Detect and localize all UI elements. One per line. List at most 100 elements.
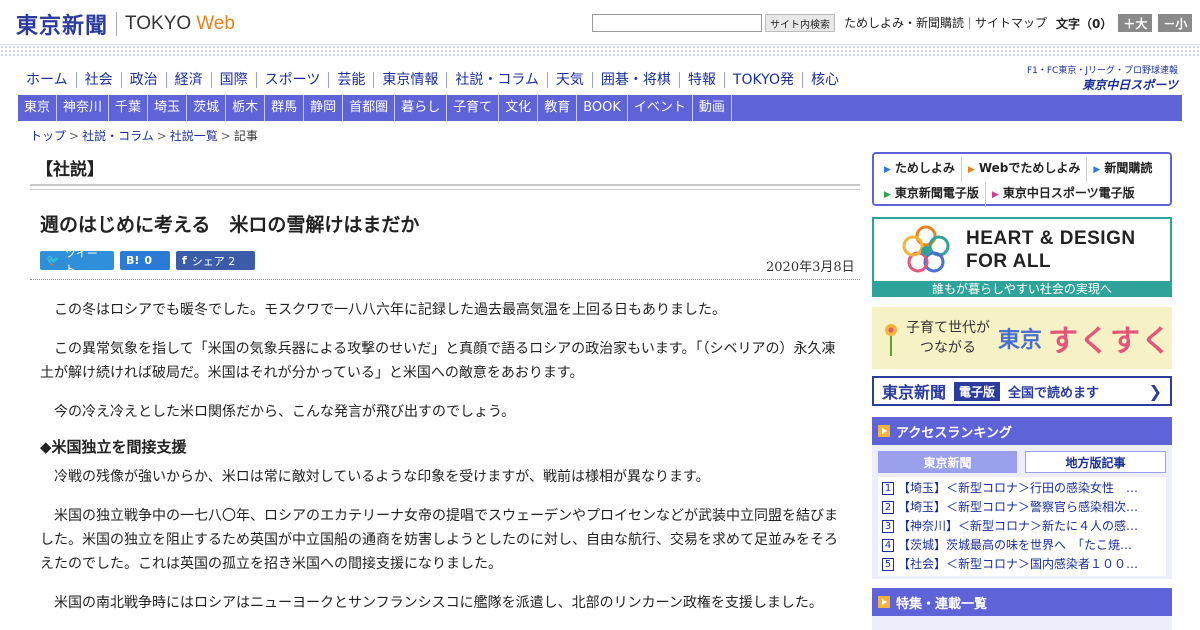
heart-design-title: HEART & DESIGN FOR ALL [966,227,1136,273]
tweet-label: ツイート [64,246,98,276]
main-nav: ホーム 社会 政治 経済 国際 スポーツ 芸能 東京情報 社説・コラム 天気 囲… [18,68,847,92]
region-item-video[interactable]: 動画 [693,95,732,121]
section-divider [30,184,860,190]
nav-item-igo-shogi[interactable]: 囲碁・将棋 [591,72,679,88]
breadcrumb-sep: > [220,129,231,143]
nav-item-politics[interactable]: 政治 [120,72,166,88]
search-input[interactable] [592,14,762,32]
breadcrumb-editorial-list[interactable]: 社説一覧 [170,129,218,143]
sukusuku-tagline-2: つながる [920,340,976,356]
feature-header[interactable]: 特集・連載一覧 [872,588,1172,616]
breadcrumb-editorial[interactable]: 社説・コラム [82,129,154,143]
quick-link-digital[interactable]: ▶ 東京新聞電子版 [882,182,985,207]
region-item-event[interactable]: イベント [628,95,693,121]
tweet-button[interactable]: 🐦 ツイート [40,247,114,276]
play-square-icon [878,596,890,608]
ranking-item-title: 【埼玉】＜新型コロナ＞警察官ら感染相次… [898,500,1139,514]
rank-number: 5 [882,558,894,571]
ranking-item[interactable]: 1 【埼玉】＜新型コロナ＞行田の感染女性 … [882,479,1162,498]
region-item-tochigi[interactable]: 栃木 [226,95,266,121]
ranking-item[interactable]: 4 【茨城】茨城最高の味を世界へ 「たこ焼… [882,536,1162,555]
region-item-education[interactable]: 教育 [538,95,578,121]
article-paragraph: 冷戦の残像が強いからか、米ロは常に敵対しているような印象を受けますが、戦前は様相… [54,469,710,485]
hatena-icon: B! [126,254,140,267]
arrow-icon: ▶ [967,165,975,175]
region-item-saitama[interactable]: 埼玉 [148,95,188,121]
quick-link-label: ためしよみ [894,161,955,175]
quick-link-subscribe[interactable]: ▶ 新聞購読 [1086,157,1158,182]
ranking-tabs: 東京新聞 地方版記事 [872,445,1172,473]
nav-item-entertainment[interactable]: 芸能 [328,72,373,88]
font-larger-button[interactable]: ＋大 [1118,14,1153,32]
site-search-button[interactable]: サイト内検索 [765,14,835,32]
quick-links-row: ▶ 東京新聞電子版 ▶ 東京中日スポーツ電子版 [882,182,1162,207]
article-divider [30,279,860,280]
article-paragraph: 米国の南北戦争時にはロシアはニューヨークとサンフランシスコに艦隊を派遣し、北部の… [54,595,823,611]
nav-item-kakushin[interactable]: 核心 [801,72,847,88]
nav-item-weather[interactable]: 天気 [546,72,592,88]
ranking-item[interactable]: 3 【神奈川】＜新型コロナ＞新たに４人の感… [882,517,1162,536]
ranking-item-title: 【社会】＜新型コロナ＞国内感染者１００… [898,557,1139,571]
region-item-shutoken[interactable]: 首都圏 [343,95,396,121]
quick-link-trial[interactable]: ▶ ためしよみ [882,157,961,182]
region-item-parenting[interactable]: 子育て [447,95,500,121]
nav-item-tokyo-hatsu[interactable]: TOKYO発 [723,72,802,88]
region-item-tokyo[interactable]: 東京 [18,95,58,121]
ranking-item[interactable]: 5 【社会】＜新型コロナ＞国内感染者１００… [882,555,1162,574]
quick-link-label: Webでためしよみ [978,161,1081,175]
nav-item-tokyo-info[interactable]: 東京情報 [373,72,446,88]
sukusuku-tagline: 子育て世代が つながる [906,318,990,358]
quick-links-row: ▶ ためしよみ ▶ Webでためしよみ ▶ 新聞購読 [882,157,1162,182]
sitemap-link[interactable]: サイトマップ [969,17,1052,29]
tab-local-articles[interactable]: 地方版記事 [1025,451,1166,473]
nav-item-home[interactable]: ホーム [18,72,76,88]
quick-link-chunichi-digital[interactable]: ▶ 東京中日スポーツ電子版 [984,182,1141,207]
region-item-living[interactable]: 暮らし [395,95,448,121]
site-logo[interactable]: 東京新聞 TOKYO Web [16,8,235,40]
font-smaller-button[interactable]: －小 [1158,14,1193,32]
article-date: 2020年3月8日 [766,260,855,275]
nav-item-economy[interactable]: 経済 [165,72,211,88]
rank-number: 4 [882,539,894,552]
region-item-kanagawa[interactable]: 神奈川 [57,95,110,121]
region-item-gunma[interactable]: 群馬 [265,95,305,121]
facebook-share-button[interactable]: f シェア 2 [176,251,255,270]
ranking-header: アクセスランキング [872,417,1172,445]
nav-item-sports[interactable]: スポーツ [255,72,329,88]
feature-title: 特集・連載一覧 [896,596,988,612]
header-tools: サイト内検索 ためしよみ・新聞購読 サイトマップ 文字（0） ＋大 －小 [592,14,1193,32]
breadcrumb-top[interactable]: トップ [30,129,66,143]
nav-item-tokuho[interactable]: 特報 [678,72,724,88]
facebook-share-label: シェア 2 [191,254,236,268]
region-item-book[interactable]: BOOK [577,95,628,121]
rank-number: 1 [882,482,894,495]
article-headline: 週のはじめに考える 米ロの雪解けはまだか [40,214,420,236]
nav-item-editorial[interactable]: 社説・コラム [446,72,547,88]
chunichi-sports-banner[interactable]: F1・FC東京・Jリーグ・プロ野球速報 東京中日スポーツ [1022,63,1178,93]
nav-item-society[interactable]: 社会 [75,72,121,88]
arrow-icon: ▶ [884,165,891,175]
article-body: この冬はロシアでも暖冬でした。モスクワで一八八六年に記録した過去最高気温を上回る… [40,298,840,630]
ranking-list: 1 【埼玉】＜新型コロナ＞行田の感染女性 … 2 【埼玉】＜新型コロナ＞警察官ら感染… [878,477,1166,576]
heart-design-banner[interactable]: HEART & DESIGN FOR ALL 誰もが暮らしやすい社会の実現へ [872,217,1172,297]
region-item-shizuoka[interactable]: 静岡 [304,95,344,121]
region-item-ibaraki[interactable]: 茨城 [187,95,227,121]
quick-link-label: 東京中日スポーツ電子版 [1002,186,1135,200]
trial-subscribe-link[interactable]: ためしよみ・新聞購読 [839,17,969,29]
article-subheading: ◆米国独立を間接支援 [40,438,187,456]
twitter-icon: 🐦 [46,254,60,267]
digital-badge: 電子版 [954,381,1001,401]
quick-link-web-trial[interactable]: ▶ Webでためしよみ [960,157,1086,182]
ranking-item[interactable]: 2 【埼玉】＜新型コロナ＞警察官ら感染相次… [882,498,1162,517]
nav-item-world[interactable]: 国際 [210,72,256,88]
sukusuku-banner[interactable]: 子育て世代が つながる 東京 すくすく [872,307,1172,369]
digital-edition-banner[interactable]: 東京新聞 電子版 全国で読めます ❯ [872,376,1172,406]
digital-logo: 東京新聞 [882,383,947,402]
quick-link-label: 新聞購読 [1104,161,1153,175]
share-buttons: 🐦 ツイート B! 0 f シェア 2 [40,247,261,276]
region-item-chiba[interactable]: 千葉 [109,95,149,121]
chunichi-logo: 東京中日スポーツ [1082,78,1178,92]
region-item-culture[interactable]: 文化 [499,95,539,121]
tab-tokyo-shimbun[interactable]: 東京新聞 [878,451,1017,473]
hatena-bookmark-button[interactable]: B! 0 [120,251,170,270]
